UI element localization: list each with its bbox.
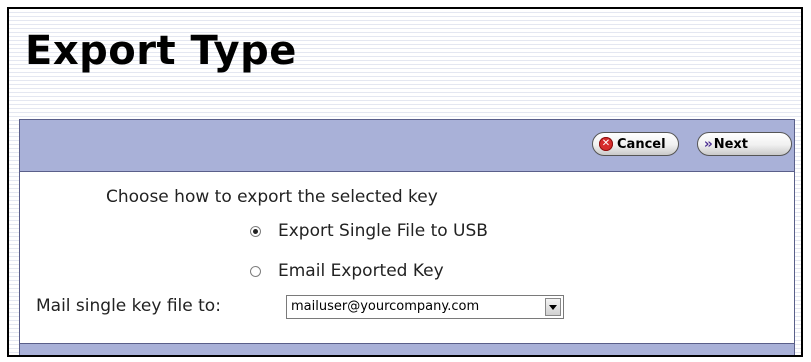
dropdown-arrow-icon[interactable]: [545, 298, 561, 316]
export-prompt: Choose how to export the selected key: [106, 187, 438, 207]
panel-toolbar: ✕ Cancel ›› Next: [20, 120, 794, 172]
option-export-usb[interactable]: Export Single File to USB: [250, 221, 488, 241]
page-title: Export Type: [25, 28, 297, 74]
mail-recipient-value[interactable]: mailuser@yourcompany.com: [287, 296, 545, 318]
option-email-key[interactable]: Email Exported Key: [250, 261, 444, 281]
mail-recipient-select[interactable]: mailuser@yourcompany.com: [286, 295, 564, 319]
export-usb-label[interactable]: Export Single File to USB: [278, 221, 488, 241]
next-button-label: Next: [713, 136, 749, 152]
cancel-button[interactable]: ✕ Cancel: [592, 132, 679, 156]
next-chevrons-icon: ››: [704, 136, 713, 152]
email-key-label[interactable]: Email Exported Key: [278, 261, 444, 281]
panel-footer-bar: [20, 343, 794, 355]
export-usb-radio[interactable]: [250, 225, 261, 237]
mail-to-label: Mail single key file to:: [36, 296, 221, 316]
export-type-window: Export Type ✕ Cancel ›› Next Choose how …: [7, 7, 803, 357]
cancel-button-label: Cancel: [617, 136, 666, 152]
cancel-x-icon: ✕: [599, 137, 613, 151]
export-panel: ✕ Cancel ›› Next Choose how to export th…: [19, 119, 795, 355]
email-key-radio[interactable]: [250, 265, 261, 277]
next-button[interactable]: ›› Next: [697, 132, 792, 156]
